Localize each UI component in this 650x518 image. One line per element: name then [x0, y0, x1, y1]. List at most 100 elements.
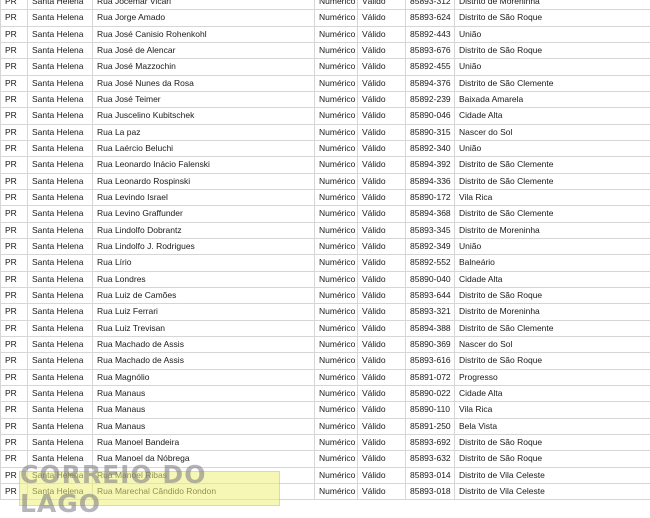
table-row[interactable]: PRSanta HelenaRua Laércio BeluchiNuméric…: [1, 140, 650, 156]
state-cell[interactable]: PR: [1, 238, 28, 254]
type-cell[interactable]: Numérico: [315, 42, 358, 58]
status-cell[interactable]: Válido: [358, 238, 406, 254]
state-cell[interactable]: PR: [1, 0, 28, 10]
cep-cell[interactable]: 85892-340: [406, 140, 455, 156]
district-cell[interactable]: Distrito de São Clemente: [455, 173, 650, 189]
district-cell[interactable]: Vila Rica: [455, 189, 650, 205]
status-cell[interactable]: Válido: [358, 418, 406, 434]
table-row[interactable]: PRSanta HelenaRua Leonardo RospinskiNumé…: [1, 173, 650, 189]
city-cell[interactable]: Santa Helena: [28, 385, 93, 401]
table-row[interactable]: PRSanta HelenaRua Leonardo Inácio Falens…: [1, 157, 650, 173]
type-cell[interactable]: Numérico: [315, 157, 358, 173]
cep-cell[interactable]: 85893-692: [406, 434, 455, 450]
cep-cell[interactable]: 85892-443: [406, 26, 455, 42]
state-cell[interactable]: PR: [1, 140, 28, 156]
street-cell[interactable]: Rua José Teimer: [93, 91, 315, 107]
type-cell[interactable]: Numérico: [315, 75, 358, 91]
city-cell[interactable]: Santa Helena: [28, 140, 93, 156]
street-cell[interactable]: Rua José Nunes da Rosa: [93, 75, 315, 91]
table-row[interactable]: PRSanta HelenaRua José Canisio Rohenkohl…: [1, 26, 650, 42]
status-cell[interactable]: Válido: [358, 189, 406, 205]
status-cell[interactable]: Válido: [358, 59, 406, 75]
cep-cell[interactable]: 85890-369: [406, 336, 455, 352]
cep-cell[interactable]: 85890-172: [406, 189, 455, 205]
street-cell[interactable]: Rua Laércio Beluchi: [93, 140, 315, 156]
street-cell[interactable]: Rua Levindo Israel: [93, 189, 315, 205]
city-cell[interactable]: Santa Helena: [28, 189, 93, 205]
district-cell[interactable]: Distrito de São Roque: [455, 434, 650, 450]
table-row[interactable]: PRSanta HelenaRua Lindolfo DobrantzNumér…: [1, 222, 650, 238]
city-cell[interactable]: Santa Helena: [28, 124, 93, 140]
state-cell[interactable]: PR: [1, 108, 28, 124]
city-cell[interactable]: Santa Helena: [28, 255, 93, 271]
table-row[interactable]: PRSanta HelenaRua José Nunes da RosaNumé…: [1, 75, 650, 91]
city-cell[interactable]: Santa Helena: [28, 320, 93, 336]
cep-cell[interactable]: 85894-392: [406, 157, 455, 173]
status-cell[interactable]: Válido: [358, 304, 406, 320]
type-cell[interactable]: Numérico: [315, 26, 358, 42]
cep-cell[interactable]: 85894-388: [406, 320, 455, 336]
district-cell[interactable]: União: [455, 59, 650, 75]
state-cell[interactable]: PR: [1, 418, 28, 434]
type-cell[interactable]: Numérico: [315, 451, 358, 467]
city-cell[interactable]: Santa Helena: [28, 336, 93, 352]
district-cell[interactable]: União: [455, 238, 650, 254]
cep-cell[interactable]: 85893-676: [406, 42, 455, 58]
street-cell[interactable]: Rua Juscelino Kubitschek: [93, 108, 315, 124]
street-cell[interactable]: Rua Manaus: [93, 385, 315, 401]
cep-cell[interactable]: 85892-239: [406, 91, 455, 107]
cep-cell[interactable]: 85893-321: [406, 304, 455, 320]
state-cell[interactable]: PR: [1, 402, 28, 418]
cep-cell[interactable]: 85892-455: [406, 59, 455, 75]
status-cell[interactable]: Válido: [358, 42, 406, 58]
district-cell[interactable]: Distrito de Vila Celeste: [455, 467, 650, 483]
type-cell[interactable]: Numérico: [315, 59, 358, 75]
street-cell[interactable]: Rua Manoel Bandeira: [93, 434, 315, 450]
state-cell[interactable]: PR: [1, 75, 28, 91]
cep-cell[interactable]: 85894-376: [406, 75, 455, 91]
type-cell[interactable]: Numérico: [315, 304, 358, 320]
type-cell[interactable]: Numérico: [315, 0, 358, 10]
district-cell[interactable]: Baixada Amarela: [455, 91, 650, 107]
street-cell[interactable]: Rua Londres: [93, 271, 315, 287]
cep-cell[interactable]: 85890-022: [406, 385, 455, 401]
city-cell[interactable]: Santa Helena: [28, 304, 93, 320]
city-cell[interactable]: Santa Helena: [28, 173, 93, 189]
type-cell[interactable]: Numérico: [315, 336, 358, 352]
status-cell[interactable]: Válido: [358, 369, 406, 385]
city-cell[interactable]: Santa Helena: [28, 91, 93, 107]
street-cell[interactable]: Rua Leonardo Inácio Falenski: [93, 157, 315, 173]
cep-cell[interactable]: 85893-312: [406, 0, 455, 10]
type-cell[interactable]: Numérico: [315, 91, 358, 107]
table-row[interactable]: PRSanta HelenaRua Levindo IsraelNumérico…: [1, 189, 650, 205]
status-cell[interactable]: Válido: [358, 91, 406, 107]
district-cell[interactable]: Distrito de São Roque: [455, 451, 650, 467]
district-cell[interactable]: Distrito de Moreninha: [455, 0, 650, 10]
district-cell[interactable]: União: [455, 26, 650, 42]
district-cell[interactable]: Cidade Alta: [455, 108, 650, 124]
cep-cell[interactable]: 85892-349: [406, 238, 455, 254]
type-cell[interactable]: Numérico: [315, 287, 358, 303]
street-cell[interactable]: Rua Lindolfo J. Rodrigues: [93, 238, 315, 254]
state-cell[interactable]: PR: [1, 271, 28, 287]
district-cell[interactable]: Nascer do Sol: [455, 336, 650, 352]
state-cell[interactable]: PR: [1, 353, 28, 369]
district-cell[interactable]: Cidade Alta: [455, 385, 650, 401]
table-row[interactable]: PRSanta HelenaRua José MazzochinNumérico…: [1, 59, 650, 75]
status-cell[interactable]: Válido: [358, 173, 406, 189]
state-cell[interactable]: PR: [1, 222, 28, 238]
status-cell[interactable]: Válido: [358, 26, 406, 42]
state-cell[interactable]: PR: [1, 336, 28, 352]
state-cell[interactable]: PR: [1, 42, 28, 58]
status-cell[interactable]: Válido: [358, 336, 406, 352]
status-cell[interactable]: Válido: [358, 0, 406, 10]
type-cell[interactable]: Numérico: [315, 108, 358, 124]
type-cell[interactable]: Numérico: [315, 10, 358, 26]
cep-cell[interactable]: 85893-345: [406, 222, 455, 238]
table-row[interactable]: PRSanta HelenaRua Levino GraffunderNumér…: [1, 206, 650, 222]
district-cell[interactable]: Distrito de São Clemente: [455, 157, 650, 173]
street-cell[interactable]: Rua Luiz Trevisan: [93, 320, 315, 336]
city-cell[interactable]: Santa Helena: [28, 353, 93, 369]
city-cell[interactable]: Santa Helena: [28, 10, 93, 26]
status-cell[interactable]: Válido: [358, 402, 406, 418]
